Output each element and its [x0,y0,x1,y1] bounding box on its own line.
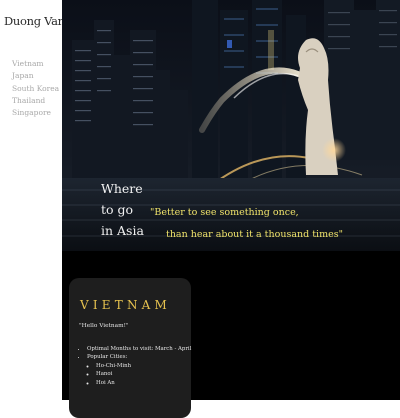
nav-item-thailand[interactable]: Thailand [12,95,59,107]
nav-item-vietnam[interactable]: Vietnam [12,58,59,70]
city-item: Ho-Chi-Minh [96,362,191,370]
cities-list: Ho-Chi-Minh Hanoi Hoi An [87,362,191,387]
hero-title-line: Where [101,181,143,196]
card-title: VIETNAM [80,298,172,312]
hero-quote-line-1: "Better to see something once, [150,207,299,218]
popular-cities-label: Popular Cities: [87,354,128,361]
city-item: Hanoi [96,370,191,378]
sidebar-nav: Vietnam Japan South Korea Thailand Singa… [12,58,59,119]
city-item: Hoi An [96,379,191,387]
card-greeting: "Hello Vietnam!" [79,323,129,329]
nav-item-singapore[interactable]: Singapore [12,107,59,119]
list-item-popular-cities: Popular Cities: Ho-Chi-Minh Hanoi Hoi An [87,353,191,387]
hero-banner: Where to go in Asia "Better to see somet… [62,0,400,251]
nav-item-japan[interactable]: Japan [12,70,59,82]
country-card-vietnam: VIETNAM "Hello Vietnam!" Optimal Months … [69,278,191,418]
nav-item-south-korea[interactable]: South Korea [12,83,59,95]
card-facts-list: Optimal Months to visit: March - April P… [78,345,191,387]
list-item-optimal-months: Optimal Months to visit: March - April [87,345,191,353]
hero-quote-line-2: than hear about it a thousand times" [166,229,343,240]
sidebar: Duong Van Danien Vietnam Japan South Kor… [0,0,108,400]
